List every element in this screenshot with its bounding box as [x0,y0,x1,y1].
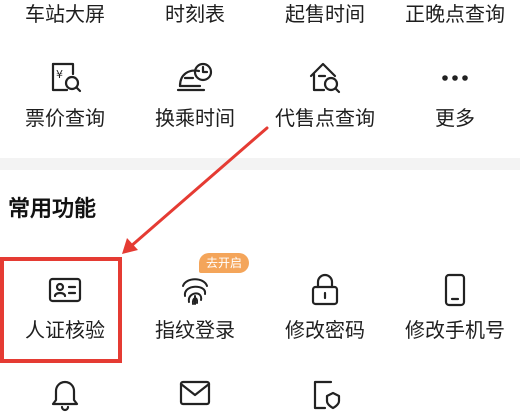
lock-icon [305,270,345,310]
more-dots-icon [435,58,475,98]
section-title: 常用功能 [8,197,97,222]
grid-item-label: 更多 [435,106,475,130]
grid-item-label: 时刻表 [165,2,225,26]
common-item-messages[interactable] [130,372,260,413]
agent-outlet-search-icon [305,58,345,98]
ticket-price-search-icon: ¥ [45,58,85,98]
fingerprint-icon [175,270,215,310]
svg-text:¥: ¥ [56,68,63,81]
common-item-label: 修改手机号 [405,318,505,342]
common-item-change-phone[interactable]: 修改手机号 [390,268,520,348]
common-item-notifications[interactable] [0,372,130,413]
common-item-security[interactable] [260,372,390,413]
grid-item-label: 换乘时间 [155,106,235,130]
grid-item-sale-time[interactable]: 起售时间 [260,0,390,30]
grid-item-delay-query[interactable]: 正晚点查询 [390,0,520,30]
common-item-change-password[interactable]: 修改密码 [260,268,390,348]
common-item-label: 指纹登录 [155,318,235,342]
bell-icon [45,374,85,414]
grid-item-more[interactable]: 更多 [390,55,520,135]
enable-badge[interactable]: 去开启 [199,253,250,273]
common-item-label: 修改密码 [285,318,365,342]
grid-item-label: 起售时间 [285,2,365,26]
grid-item-label: 票价查询 [25,106,105,130]
mail-icon [175,374,215,414]
common-item-fingerprint-login[interactable]: 指纹登录 [130,268,260,348]
grid-item-label: 代售点查询 [275,106,375,130]
transfer-time-icon [175,58,215,98]
phone-icon [435,270,475,310]
annotation-highlight-box [0,257,122,363]
grid-item-label: 正晚点查询 [405,2,505,26]
grid-item-station-screen[interactable]: 车站大屏 [0,0,130,30]
grid-item-ticket-price[interactable]: ¥ 票价查询 [0,55,130,135]
grid-item-timetable[interactable]: 时刻表 [130,0,260,30]
section-divider [0,158,520,170]
grid-item-transfer-time[interactable]: 换乘时间 [130,55,260,135]
grid-item-agent-outlet[interactable]: 代售点查询 [260,55,390,135]
grid-item-label: 车站大屏 [25,2,105,26]
shield-document-icon [305,374,345,414]
